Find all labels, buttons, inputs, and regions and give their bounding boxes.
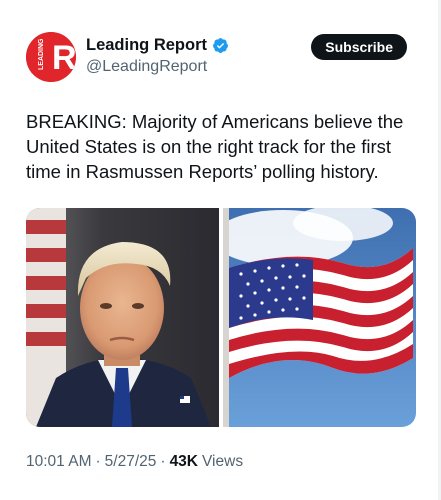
- leading-report-logo-icon: R LEADING: [26, 32, 76, 82]
- views-label: Views: [202, 453, 244, 470]
- account-handle[interactable]: @LeadingReport: [86, 58, 207, 76]
- tweet-date[interactable]: 5/27/25: [105, 453, 157, 471]
- svg-text:R: R: [52, 39, 76, 77]
- name-row: Leading Report: [86, 36, 229, 55]
- avatar-text: LEADING: [38, 38, 45, 70]
- american-flag-photo[interactable]: [223, 208, 416, 427]
- portrait-photo[interactable]: [26, 208, 219, 427]
- tweet-header: R LEADING Leading Report @LeadingReport …: [26, 32, 416, 84]
- tweet-time[interactable]: 10:01 AM: [26, 453, 92, 471]
- subscribe-button[interactable]: Subscribe: [311, 34, 407, 60]
- media-grid: [26, 208, 416, 427]
- tweet-text: BREAKING: Majority of Americans believe …: [26, 111, 404, 182]
- avatar[interactable]: R LEADING: [26, 32, 76, 82]
- tweet-metadata: 10:01 AM · 5/27/25 · 43K Views: [26, 453, 243, 471]
- display-name[interactable]: Leading Report: [86, 36, 207, 55]
- meta-separator: ·: [95, 453, 101, 470]
- verified-badge-icon: [213, 38, 228, 53]
- views-count[interactable]: 43K: [170, 453, 198, 471]
- meta-separator: ·: [160, 453, 166, 470]
